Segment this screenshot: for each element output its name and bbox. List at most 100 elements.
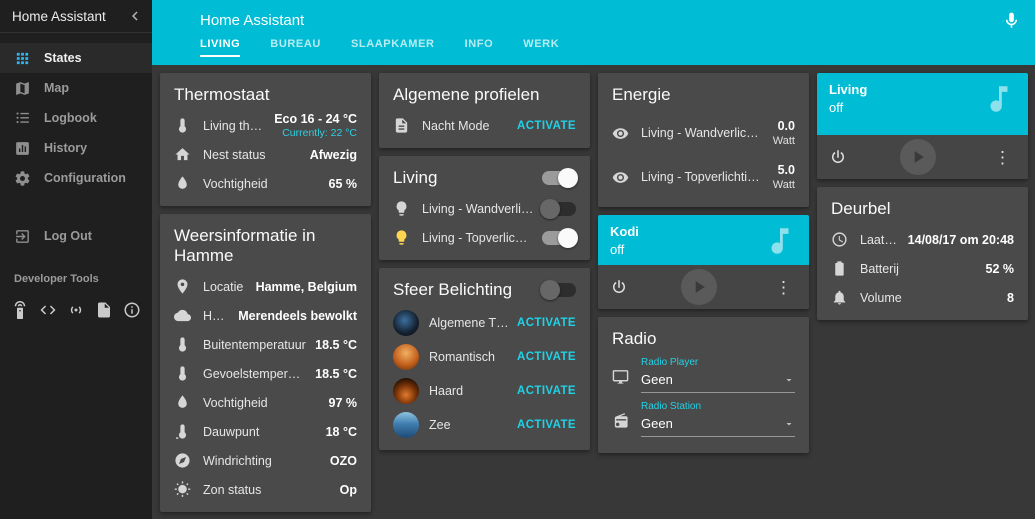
media-header[interactable]: Kodi off (598, 215, 809, 265)
document-icon[interactable] (95, 301, 113, 319)
power-icon[interactable] (829, 148, 847, 166)
column-3: Energie Living - Wandverlichting (Verb..… (598, 73, 809, 453)
entity-value: 18 °C (325, 424, 357, 439)
media-header[interactable]: Living off (817, 73, 1028, 135)
entity-row[interactable]: Nest status Afwezig (174, 140, 357, 169)
tab-living[interactable]: LIVING (200, 38, 240, 57)
sidebar: Home Assistant States Map Logbook Histor… (0, 0, 152, 519)
select-value: Geen (641, 372, 673, 387)
sidebar-item-states[interactable]: States (0, 43, 152, 73)
deurbel-card: Deurbel Laatste activiteit 14/08/17 om 2… (817, 187, 1028, 320)
more-options-icon[interactable]: ⋮ (989, 147, 1016, 168)
entity-row[interactable]: Volume 8 (831, 283, 1014, 312)
light-toggle[interactable] (540, 198, 576, 219)
entity-row[interactable]: Buitentemperatuur 18.5 °C (174, 330, 357, 359)
entity-row[interactable]: Huidige toestand Merendeels bewolkt (174, 301, 357, 330)
select-value: Geen (641, 416, 673, 431)
kodi-media-card: Kodi off ⋮ (598, 215, 809, 309)
app-header: Home Assistant LIVING BUREAU SLAAPKAMER … (152, 0, 1035, 65)
group-toggle[interactable] (540, 280, 576, 300)
scene-thumbnail (393, 412, 419, 438)
card-title: Algemene profielen (393, 85, 540, 104)
entity-row[interactable]: Zon status Op (174, 475, 357, 504)
entity-row[interactable]: Vochtigheid 65 % (174, 169, 357, 198)
sidebar-item-logout[interactable]: Log Out (0, 221, 152, 251)
sidebar-item-history[interactable]: History (0, 133, 152, 163)
energie-card: Energie Living - Wandverlichting (Verb..… (598, 73, 809, 207)
entity-row[interactable]: Living - Topverlichting (Verb... 5.0 Wat… (612, 155, 795, 199)
entity-name: Zon status (203, 482, 262, 497)
entity-row[interactable]: Locatie Hamme, Belgium (174, 272, 357, 301)
entity-secondary: Currently: 22 °C (282, 127, 357, 139)
remote-icon[interactable] (11, 301, 29, 319)
radio-station-select[interactable]: Radio Station Geen (641, 401, 795, 437)
scene-name: Haard (429, 384, 464, 398)
activate-button[interactable]: ACTIVATE (517, 385, 576, 397)
entity-value: Afwezig (309, 147, 357, 162)
entity-value: 18.5 °C (315, 366, 357, 381)
battery-icon (831, 260, 848, 277)
entity-name: Living thermostaat (203, 118, 266, 133)
more-options-icon[interactable]: ⋮ (770, 277, 797, 298)
light-toggle[interactable] (542, 227, 578, 248)
scene-row: Romantisch ACTIVATE (393, 340, 576, 374)
entity-row: Nacht Mode ACTIVATE (393, 111, 576, 140)
activate-button[interactable]: ACTIVATE (517, 120, 576, 132)
select-row: Radio Player Geen (612, 357, 795, 393)
tab-bureau[interactable]: BUREAU (270, 38, 321, 57)
sidebar-item-logbook[interactable]: Logbook (0, 103, 152, 133)
code-tags-icon[interactable] (39, 301, 57, 319)
sidebar-item-configuration[interactable]: Configuration (0, 163, 152, 193)
activate-button[interactable]: ACTIVATE (517, 351, 576, 363)
info-icon[interactable] (123, 301, 141, 319)
entity-row[interactable]: Vochtigheid 97 % (174, 388, 357, 417)
entity-row[interactable]: Living thermostaat Eco 16 - 24 °C Curren… (174, 111, 357, 140)
entity-value: 65 % (328, 176, 358, 191)
select-label: Radio Station (641, 401, 702, 412)
main-area: Home Assistant LIVING BUREAU SLAAPKAMER … (152, 0, 1035, 519)
sidebar-item-map[interactable]: Map (0, 73, 152, 103)
radio-player-select[interactable]: Radio Player Geen (641, 357, 795, 393)
map-marker-icon (174, 278, 191, 295)
entity-value: Op (339, 482, 357, 497)
scene-thumbnail (393, 344, 419, 370)
activate-button[interactable]: ACTIVATE (517, 419, 576, 431)
entity-name: Living - Topverlichting (422, 230, 534, 245)
entity-value: 97 % (328, 395, 358, 410)
dev-tools-icons (0, 301, 152, 319)
sfeer-card: Sfeer Belichting Algemene TV Modus ACTIV… (379, 268, 590, 450)
profiles-card: Algemene profielen Nacht Mode ACTIVATE (379, 73, 590, 148)
play-button[interactable] (900, 139, 936, 175)
entity-name: Vochtigheid (203, 395, 268, 410)
entity-row[interactable]: Windrichting OZO (174, 446, 357, 475)
power-icon[interactable] (610, 278, 628, 296)
tab-werk[interactable]: WERK (523, 38, 559, 57)
scene-thumbnail (393, 378, 419, 404)
entity-value: Eco 16 - 24 °C (274, 112, 357, 126)
select-label: Radio Player (641, 357, 699, 368)
lightbulb-icon (393, 200, 410, 217)
group-toggle[interactable] (542, 168, 578, 188)
entity-name: Volume (860, 290, 902, 305)
play-button[interactable] (681, 269, 717, 305)
entity-row: Living - Wandverlichting (393, 194, 576, 223)
column-2: Algemene profielen Nacht Mode ACTIVATE L… (379, 73, 590, 450)
collapse-sidebar-button[interactable] (126, 7, 144, 25)
microphone-icon[interactable] (1002, 11, 1021, 30)
entity-name: Nacht Mode (422, 118, 490, 133)
activate-button[interactable]: ACTIVATE (517, 317, 576, 329)
entity-row[interactable]: Gevoelstemperatuur 18.5 °C (174, 359, 357, 388)
entity-row[interactable]: Living - Wandverlichting (Verb... 0.0 Wa… (612, 111, 795, 155)
chart-box-icon (14, 140, 31, 157)
access-point-icon[interactable] (67, 301, 85, 319)
entity-value: Hamme, Belgium (255, 279, 357, 294)
entity-row[interactable]: Laatste activiteit 14/08/17 om 20:48 (831, 225, 1014, 254)
entity-value: 18.5 °C (315, 337, 357, 352)
entity-value: Merendeels bewolkt (238, 308, 357, 323)
home-assistant-app: Home Assistant States Map Logbook Histor… (0, 0, 1035, 519)
tab-info[interactable]: INFO (465, 38, 494, 57)
entity-row[interactable]: Dauwpunt 18 °C (174, 417, 357, 446)
entity-row[interactable]: Batterij 52 % (831, 254, 1014, 283)
column-4: Living off ⋮ Deurbel Laatste 14/08/17 om… (817, 73, 1028, 320)
tab-slaapkamer[interactable]: SLAAPKAMER (351, 38, 435, 57)
